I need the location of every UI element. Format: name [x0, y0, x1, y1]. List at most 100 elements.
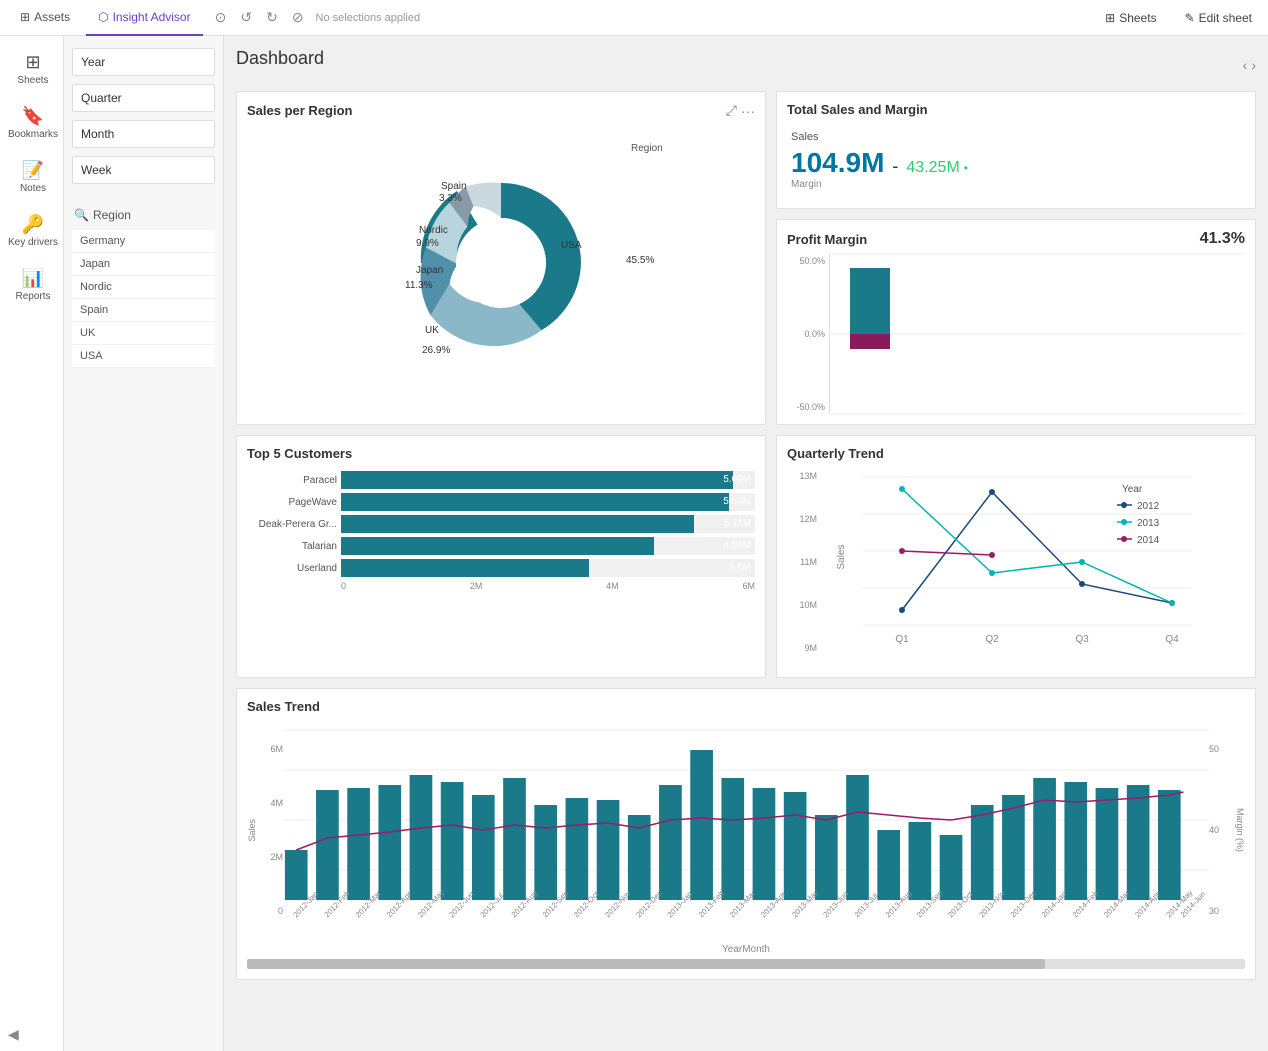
- filter-week[interactable]: Week: [72, 156, 215, 184]
- svg-text:Spain: Spain: [441, 181, 467, 192]
- svg-text:3.3%: 3.3%: [439, 193, 462, 204]
- bar-row-deak: Deak-Perera Gr... 5.11M: [247, 515, 755, 533]
- right-cards: Total Sales and Margin Sales 104.9M - 43…: [776, 91, 1256, 425]
- assets-tab[interactable]: ⊞ Assets: [8, 0, 82, 36]
- svg-text:26.9%: 26.9%: [422, 345, 450, 356]
- region-list: Germany Japan Nordic Spain UK USA: [72, 230, 215, 368]
- bottom-row: Top 5 Customers Paracel 5.69M PageWave: [236, 435, 1256, 678]
- sales-y-right-axis: 50 40 30: [1209, 740, 1233, 920]
- svg-text:2012: 2012: [1137, 501, 1160, 512]
- bar-label-pagewave: PageWave: [247, 497, 337, 508]
- total-sales-card: Total Sales and Margin Sales 104.9M - 43…: [776, 91, 1256, 209]
- profit-value: 41.3%: [1200, 230, 1245, 248]
- more-options-button[interactable]: ···: [741, 102, 755, 119]
- sales-per-region-card: Sales per Region ⤢ ··· Region: [236, 91, 766, 425]
- svg-text:USA: USA: [561, 240, 582, 251]
- profit-header: Profit Margin 41.3%: [787, 230, 1245, 248]
- quarterly-chart: Q1 Q2 Q3 Q4 Year 2012: [819, 467, 1245, 667]
- y-r-40: 40: [1209, 825, 1233, 835]
- sidebar-collapse-button[interactable]: ◀: [0, 1018, 63, 1051]
- bar-fill-paracel: [341, 471, 733, 489]
- quarterly-header: Quarterly Trend: [787, 446, 1245, 461]
- sidebar-item-notes[interactable]: 📝 Notes: [0, 152, 63, 202]
- sales-label: Sales: [791, 131, 1241, 143]
- sidebar-item-bookmarks[interactable]: 🔖 Bookmarks: [0, 98, 63, 148]
- sheets-button[interactable]: ⊞ Sheets: [1097, 7, 1164, 29]
- region-germany[interactable]: Germany: [72, 230, 215, 253]
- region-spain[interactable]: Spain: [72, 299, 215, 322]
- lock-icon-btn[interactable]: ⊘: [288, 7, 308, 28]
- sales-trend-x-label: YearMonth: [247, 944, 1245, 955]
- sales-trend-card: Sales Trend Sales 6M 4M 2M 0: [236, 688, 1256, 980]
- sales-trend-main-chart: 2012-Jan 2012-Feb 2012-Mar 2012-Apr 2012…: [283, 720, 1209, 940]
- sales-trend-chart-area: Sales 6M 4M 2M 0: [247, 720, 1245, 940]
- region-label: Region: [93, 208, 131, 222]
- insight-advisor-icon: ⬡: [98, 10, 108, 24]
- profit-y-mid: 0.0%: [787, 329, 825, 339]
- q-y-12m: 12M: [789, 514, 817, 524]
- scrollbar-thumb: [247, 959, 1045, 969]
- bar-track-deak: 5.11M: [341, 515, 755, 533]
- sales-trend-svg: 2012-Jan 2012-Feb 2012-Mar 2012-Apr 2012…: [283, 720, 1209, 940]
- region-filter-header: 🔍 Region: [72, 204, 215, 226]
- assets-icon: ⊞: [20, 10, 30, 24]
- nav-prev-button[interactable]: ‹: [1243, 57, 1248, 73]
- sales-main-value: 104.9M: [791, 147, 884, 179]
- sidebar-item-sheets[interactable]: ⊞ Sheets: [0, 44, 63, 94]
- sales-trend-scrollbar[interactable]: [247, 959, 1245, 969]
- card-title: Sales per Region: [247, 103, 352, 118]
- bar-track-paracel: 5.69M: [341, 471, 755, 489]
- bar-label-talarian: Talarian: [247, 541, 337, 552]
- edit-sheet-button[interactable]: ✎ Edit sheet: [1177, 7, 1260, 29]
- y-6m: 6M: [259, 744, 283, 754]
- top-row: Sales per Region ⤢ ··· Region: [236, 91, 1256, 425]
- bar-row-talarian: Talarian 4.54M: [247, 537, 755, 555]
- profit-title: Profit Margin: [787, 232, 867, 247]
- undo-icon-btn[interactable]: ↺: [236, 7, 256, 28]
- bar-fill-deak: [341, 515, 694, 533]
- bar-fill-userland: [341, 559, 589, 577]
- filter-quarter[interactable]: Quarter: [72, 84, 215, 112]
- region-uk[interactable]: UK: [72, 322, 215, 345]
- sheets-icon: ⊞: [25, 52, 40, 73]
- bar-label-userland: Userland: [247, 563, 337, 574]
- sidebar-item-key-drivers[interactable]: 🔑 Key drivers: [0, 206, 63, 256]
- topbar: ⊞ Assets ⬡ Insight Advisor ⊙ ↺ ↻ ⊘ No se…: [0, 0, 1268, 36]
- dashboard: Dashboard ‹ › Sales per Region ⤢ ···: [224, 36, 1268, 1051]
- filter-month[interactable]: Month: [72, 120, 215, 148]
- reports-icon: 📊: [22, 268, 44, 289]
- region-nordic[interactable]: Nordic: [72, 276, 215, 299]
- quarterly-title: Quarterly Trend: [787, 446, 884, 461]
- sales-y-left-axis: 6M 4M 2M 0: [259, 740, 283, 920]
- axis-4m: 4M: [606, 581, 619, 591]
- bar-track-pagewave: 5.63M: [341, 493, 755, 511]
- card-header: Sales per Region ⤢ ···: [247, 102, 755, 119]
- profit-y-bottom: -50.0%: [787, 402, 825, 412]
- search-icon-btn[interactable]: ⊙: [211, 7, 231, 28]
- dashboard-title: Dashboard: [236, 48, 324, 69]
- bar-value-deak: 5.11M: [724, 515, 751, 533]
- region-japan[interactable]: Japan: [72, 253, 215, 276]
- insight-advisor-tab[interactable]: ⬡ Insight Advisor: [86, 0, 203, 36]
- no-selections-label: No selections applied: [316, 12, 421, 24]
- main-layout: ⊞ Sheets 🔖 Bookmarks 📝 Notes 🔑 Key drive…: [0, 36, 1268, 1051]
- top5-customers-card: Top 5 Customers Paracel 5.69M PageWave: [236, 435, 766, 678]
- profit-y-top: 50.0%: [787, 256, 825, 266]
- sidebar-item-reports[interactable]: 📊 Reports: [0, 260, 63, 310]
- profit-margin-card: Profit Margin 41.3% 50.0% 0.0% -50.0%: [776, 219, 1256, 425]
- sales-y-right-label: Margin (%): [1235, 808, 1245, 852]
- bar-label-paracel: Paracel: [247, 475, 337, 486]
- quarterly-svg: Q1 Q2 Q3 Q4 Year 2012: [819, 467, 1245, 657]
- filter-year[interactable]: Year: [72, 48, 215, 76]
- region-filter: 🔍 Region Germany Japan Nordic Spain UK U…: [72, 204, 215, 368]
- region-usa[interactable]: USA: [72, 345, 215, 368]
- nav-next-button[interactable]: ›: [1251, 57, 1256, 73]
- bookmarks-icon: 🔖: [22, 106, 44, 127]
- bar-fill-talarian: [341, 537, 654, 555]
- bar-value-talarian: 4.54M: [723, 537, 751, 555]
- quarterly-trend-card: Quarterly Trend 13M 12M 11M 10M 9M: [776, 435, 1256, 678]
- margin-label: Margin: [791, 179, 1241, 190]
- axis-6m: 6M: [742, 581, 755, 591]
- redo-icon-btn[interactable]: ↻: [262, 7, 282, 28]
- expand-button[interactable]: ⤢: [726, 102, 737, 119]
